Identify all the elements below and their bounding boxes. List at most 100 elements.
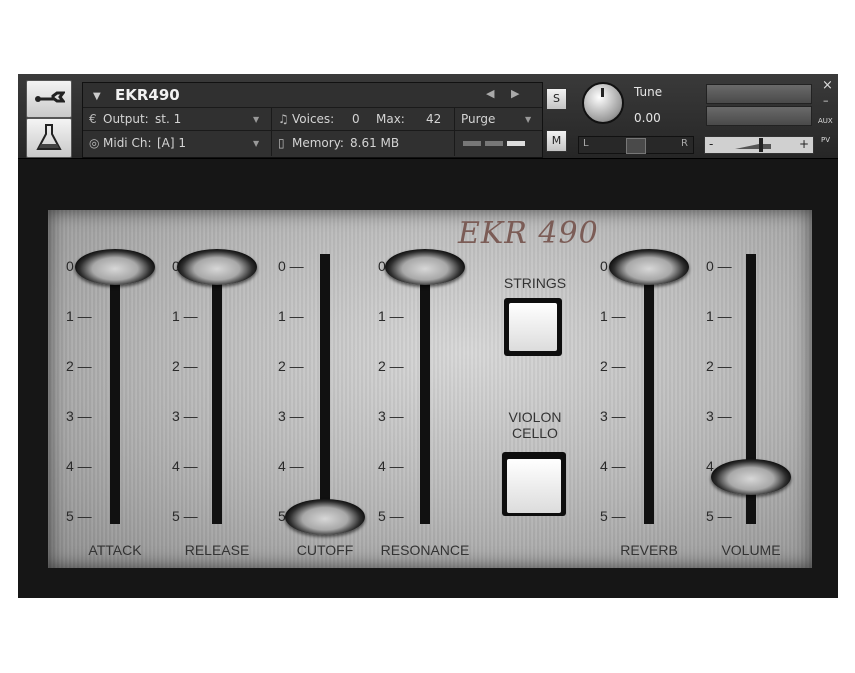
max-value[interactable]: 42 — [426, 112, 441, 126]
mute-button[interactable]: M — [546, 130, 567, 152]
resonance-tick-2: 2 — — [378, 358, 404, 374]
cutoff-tick-3: 3 — — [278, 408, 304, 424]
release-fader-track[interactable] — [212, 254, 222, 524]
purge-label[interactable]: Purge — [461, 112, 495, 126]
reverb-tick-2: 2 — — [600, 358, 626, 374]
tune-knob[interactable] — [582, 82, 624, 124]
instrument-window: ▼ EKR490 ◀ ▶ € Output: st. 1 ▼ ♫ Voices:… — [18, 74, 838, 598]
close-icon[interactable]: × — [822, 78, 833, 93]
attack-tick-1: 1 — — [66, 308, 92, 324]
indicator-1 — [463, 141, 481, 146]
strings-label: STRINGS — [503, 275, 567, 291]
release-fader-knob[interactable] — [177, 249, 257, 285]
flask-icon[interactable] — [26, 118, 72, 158]
reverb-fader-knob[interactable] — [609, 249, 689, 285]
aux-button[interactable]: AUX — [818, 117, 833, 125]
volume-handle[interactable] — [759, 138, 763, 152]
voices-icon: ♫ — [278, 112, 289, 126]
voices-cell: ♫ Voices: 0 Max: 42 — [272, 108, 455, 130]
voices-value: 0 — [352, 112, 360, 126]
midi-value[interactable]: [A] 1 — [157, 136, 186, 150]
cutoff-label: CUTOFF — [296, 542, 354, 558]
volume-tick-3: 3 — — [706, 408, 732, 424]
cutoff-tick-2: 2 — — [278, 358, 304, 374]
attack-tick-4: 4 — — [66, 458, 92, 474]
output-row: € Output: st. 1 ▼ ♫ Voices: 0 Max: 42 Pu… — [83, 108, 542, 131]
output-selector[interactable]: € Output: st. 1 ▼ — [83, 108, 272, 130]
reverb-tick-3: 3 — — [600, 408, 626, 424]
midi-dropdown-icon[interactable]: ▼ — [253, 139, 259, 148]
volume-tick-1: 1 — — [706, 308, 732, 324]
resonance-tick-5: 5 — — [378, 508, 404, 524]
strings-button[interactable] — [504, 298, 562, 356]
midi-row: ◎ Midi Ch: [A] 1 ▼ ▯ Memory: 8.61 MB — [83, 131, 542, 156]
release-label: RELEASE — [184, 542, 250, 558]
reverb-tick-4: 4 — — [600, 458, 626, 474]
violon-cello-button-face[interactable] — [507, 459, 561, 513]
release-tick-1: 1 — — [172, 308, 198, 324]
memory-value: 8.61 MB — [350, 136, 400, 150]
indicator-3 — [507, 141, 525, 146]
attack-fader-knob[interactable] — [75, 249, 155, 285]
purge-dropdown-icon[interactable]: ▼ — [525, 115, 531, 124]
tune-value[interactable]: 0.00 — [634, 111, 661, 125]
reverb-label: REVERB — [620, 542, 678, 558]
release-tick-5: 5 — — [172, 508, 198, 524]
max-label: Max: — [376, 112, 405, 126]
solo-button[interactable]: S — [546, 88, 567, 110]
midi-icon: ◎ — [89, 136, 100, 150]
output-dropdown-icon[interactable]: ▼ — [253, 115, 259, 124]
resonance-tick-1: 1 — — [378, 308, 404, 324]
tune-label: Tune — [634, 85, 663, 99]
volume-minus-label: - — [709, 137, 714, 151]
volume-tick-0: 0 — — [706, 258, 732, 274]
resonance-fader-knob[interactable] — [385, 249, 465, 285]
volume-fader-knob[interactable] — [711, 459, 791, 495]
pv-button[interactable]: PV — [821, 136, 830, 144]
cutoff-tick-0: 0 — — [278, 258, 304, 274]
chevron-down-icon[interactable]: ▼ — [93, 91, 101, 102]
minimize-icon[interactable]: – — [823, 94, 829, 107]
violon-cello-label-line1: VIOLON — [508, 409, 562, 425]
midi-selector[interactable]: ◎ Midi Ch: [A] 1 ▼ — [83, 131, 272, 156]
pan-handle[interactable] — [626, 138, 646, 154]
pan-slider[interactable]: L R — [578, 136, 694, 154]
memory-label: Memory: — [292, 136, 344, 150]
reverb-fader-track[interactable] — [644, 254, 654, 524]
tune-knob-pointer — [601, 88, 604, 97]
volume-slider[interactable]: - + — [704, 136, 814, 154]
wrench-icon[interactable] — [26, 80, 72, 118]
instrument-header: ▼ EKR490 ◀ ▶ € Output: st. 1 ▼ ♫ Voices:… — [18, 74, 838, 159]
brand-logo: EKR 490 — [458, 216, 599, 251]
reverb-tick-5: 5 — — [600, 508, 626, 524]
strings-button-face[interactable] — [509, 303, 557, 351]
volume-plus-label: + — [799, 137, 810, 151]
cutoff-tick-4: 4 — — [278, 458, 304, 474]
output-value[interactable]: st. 1 — [155, 112, 181, 126]
violon-cello-button[interactable] — [502, 452, 566, 516]
instrument-info-box: ▼ EKR490 ◀ ▶ € Output: st. 1 ▼ ♫ Voices:… — [82, 82, 543, 158]
next-instrument-icon[interactable]: ▶ — [511, 87, 519, 100]
volume-tick-5: 5 — — [706, 508, 732, 524]
attack-tick-5: 5 — — [66, 508, 92, 524]
level-indicators — [455, 131, 541, 156]
resonance-fader-track[interactable] — [420, 254, 430, 524]
attack-tick-3: 3 — — [66, 408, 92, 424]
cutoff-fader-track[interactable] — [320, 254, 330, 524]
output-label: Output: — [103, 112, 149, 126]
cutoff-fader-knob[interactable] — [285, 499, 365, 535]
attack-tick-2: 2 — — [66, 358, 92, 374]
voices-label: Voices: — [292, 112, 335, 126]
volume-curve — [735, 144, 771, 149]
purge-menu[interactable]: Purge ▼ — [455, 108, 541, 130]
volume-label: VOLUME — [721, 542, 781, 558]
instrument-name[interactable]: EKR490 — [115, 86, 180, 104]
indicator-2 — [485, 141, 503, 146]
attack-fader-track[interactable] — [110, 254, 120, 524]
reverb-tick-1: 1 — — [600, 308, 626, 324]
memory-icon: ▯ — [278, 136, 285, 150]
attack-label: ATTACK — [88, 542, 142, 558]
prev-instrument-icon[interactable]: ◀ — [486, 87, 494, 100]
resonance-tick-3: 3 — — [378, 408, 404, 424]
level-meter-right — [706, 106, 812, 126]
